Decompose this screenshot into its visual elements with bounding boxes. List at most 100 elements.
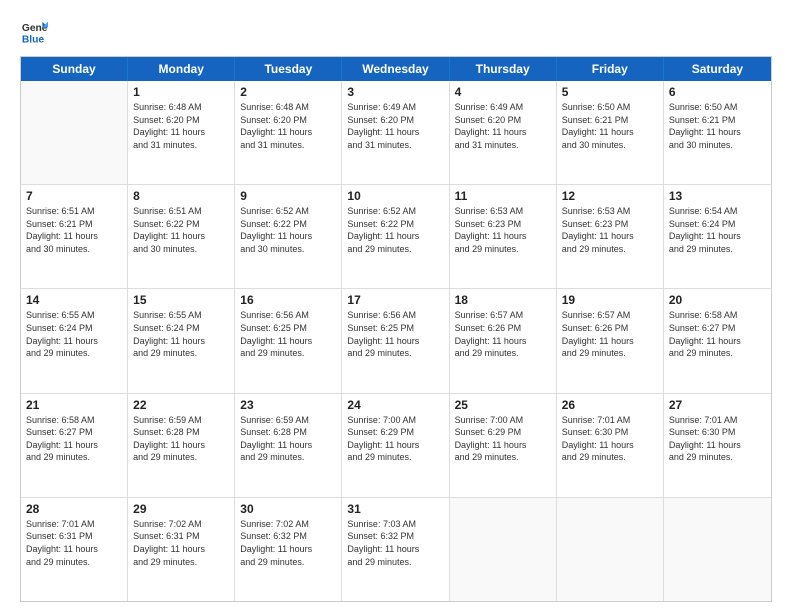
day-number: 3: [347, 85, 443, 99]
calendar-cell-day-28: 28Sunrise: 7:01 AM Sunset: 6:31 PM Dayli…: [21, 498, 128, 601]
cell-info: Sunrise: 7:01 AM Sunset: 6:30 PM Dayligh…: [669, 414, 766, 464]
calendar-cell-day-27: 27 Sunrise: 7:01 AM Sunset: 6:30 PM Dayli…: [664, 394, 771, 497]
calendar-cell-day-10: 10Sunrise: 6:52 AM Sunset: 6:22 PM Dayli…: [342, 185, 449, 288]
calendar-cell-day-20: 20 Sunrise: 6:58 AM Sunset: 6:27 PM Dayli…: [664, 289, 771, 392]
cell-info: Sunrise: 6:53 AM Sunset: 6:23 PM Dayligh…: [455, 205, 551, 255]
cell-info: Sunrise: 7:00 AM Sunset: 6:29 PM Dayligh…: [455, 414, 551, 464]
day-number: 25: [455, 398, 551, 412]
day-number: 29: [133, 502, 229, 516]
day-number: 28: [26, 502, 122, 516]
calendar-cell-empty: [450, 498, 557, 601]
cell-info: Sunrise: 6:55 AM Sunset: 6:24 PM Dayligh…: [133, 309, 229, 359]
cell-info: Sunrise: 6:49 AM Sunset: 6:20 PM Dayligh…: [347, 101, 443, 151]
calendar-cell-day-21: 21 Sunrise: 6:58 AM Sunset: 6:27 PM Dayli…: [21, 394, 128, 497]
day-number: 16: [240, 293, 336, 307]
cell-info: Sunrise: 6:59 AM Sunset: 6:28 PM Dayligh…: [240, 414, 336, 464]
day-number: 19: [562, 293, 658, 307]
cell-info: Sunrise: 6:52 AM Sunset: 6:22 PM Dayligh…: [240, 205, 336, 255]
day-number: 17: [347, 293, 443, 307]
day-number: 4: [455, 85, 551, 99]
day-number: 27: [669, 398, 766, 412]
cell-info: Sunrise: 6:53 AM Sunset: 6:23 PM Dayligh…: [562, 205, 658, 255]
day-number: 9: [240, 189, 336, 203]
calendar-cell-day-23: 23 Sunrise: 6:59 AM Sunset: 6:28 PM Dayli…: [235, 394, 342, 497]
cell-info: Sunrise: 6:57 AM Sunset: 6:26 PM Dayligh…: [455, 309, 551, 359]
calendar-cell-day-31: 31 Sunrise: 7:03 AM Sunset: 6:32 PM Dayli…: [342, 498, 449, 601]
calendar-cell-day-11: 11 Sunrise: 6:53 AM Sunset: 6:23 PM Dayli…: [450, 185, 557, 288]
cell-info: Sunrise: 6:58 AM Sunset: 6:27 PM Dayligh…: [669, 309, 766, 359]
cell-info: Sunrise: 6:55 AM Sunset: 6:24 PM Dayligh…: [26, 309, 122, 359]
cell-info: Sunrise: 6:58 AM Sunset: 6:27 PM Dayligh…: [26, 414, 122, 464]
cell-info: Sunrise: 7:00 AM Sunset: 6:29 PM Dayligh…: [347, 414, 443, 464]
calendar-cell-day-2: 2Sunrise: 6:48 AM Sunset: 6:20 PM Daylig…: [235, 81, 342, 184]
day-number: 23: [240, 398, 336, 412]
calendar-cell-day-22: 22 Sunrise: 6:59 AM Sunset: 6:28 PM Dayli…: [128, 394, 235, 497]
header-day-monday: Monday: [128, 57, 235, 81]
day-number: 12: [562, 189, 658, 203]
day-number: 26: [562, 398, 658, 412]
calendar-row-2: 14 Sunrise: 6:55 AM Sunset: 6:24 PM Dayli…: [21, 289, 771, 393]
cell-info: Sunrise: 6:57 AM Sunset: 6:26 PM Dayligh…: [562, 309, 658, 359]
calendar-cell-day-5: 5Sunrise: 6:50 AM Sunset: 6:21 PM Daylig…: [557, 81, 664, 184]
calendar-cell-empty: [557, 498, 664, 601]
calendar-cell-empty: [21, 81, 128, 184]
calendar-row-3: 21 Sunrise: 6:58 AM Sunset: 6:27 PM Dayli…: [21, 394, 771, 498]
calendar-cell-day-6: 6 Sunrise: 6:50 AM Sunset: 6:21 PM Daylig…: [664, 81, 771, 184]
header-day-wednesday: Wednesday: [342, 57, 449, 81]
header-day-saturday: Saturday: [664, 57, 771, 81]
day-number: 30: [240, 502, 336, 516]
day-number: 11: [455, 189, 551, 203]
calendar-cell-day-26: 26 Sunrise: 7:01 AM Sunset: 6:30 PM Dayli…: [557, 394, 664, 497]
cell-info: Sunrise: 6:59 AM Sunset: 6:28 PM Dayligh…: [133, 414, 229, 464]
calendar-row-4: 28Sunrise: 7:01 AM Sunset: 6:31 PM Dayli…: [21, 498, 771, 601]
calendar-cell-day-15: 15 Sunrise: 6:55 AM Sunset: 6:24 PM Dayli…: [128, 289, 235, 392]
calendar-cell-day-19: 19 Sunrise: 6:57 AM Sunset: 6:26 PM Dayli…: [557, 289, 664, 392]
calendar-body: 1 Sunrise: 6:48 AM Sunset: 6:20 PM Daylig…: [21, 81, 771, 601]
calendar-cell-day-7: 7 Sunrise: 6:51 AM Sunset: 6:21 PM Daylig…: [21, 185, 128, 288]
calendar-cell-day-14: 14 Sunrise: 6:55 AM Sunset: 6:24 PM Dayli…: [21, 289, 128, 392]
day-number: 7: [26, 189, 122, 203]
calendar-cell-day-8: 8 Sunrise: 6:51 AM Sunset: 6:22 PM Daylig…: [128, 185, 235, 288]
cell-info: Sunrise: 6:48 AM Sunset: 6:20 PM Dayligh…: [133, 101, 229, 151]
day-number: 18: [455, 293, 551, 307]
calendar-cell-day-3: 3 Sunrise: 6:49 AM Sunset: 6:20 PM Daylig…: [342, 81, 449, 184]
cell-info: Sunrise: 6:52 AM Sunset: 6:22 PM Dayligh…: [347, 205, 443, 255]
page-header: General Blue: [20, 18, 772, 46]
day-number: 1: [133, 85, 229, 99]
day-number: 14: [26, 293, 122, 307]
calendar-cell-day-13: 13 Sunrise: 6:54 AM Sunset: 6:24 PM Dayli…: [664, 185, 771, 288]
calendar-cell-day-30: 30Sunrise: 7:02 AM Sunset: 6:32 PM Dayli…: [235, 498, 342, 601]
calendar-row-0: 1 Sunrise: 6:48 AM Sunset: 6:20 PM Daylig…: [21, 81, 771, 185]
day-number: 22: [133, 398, 229, 412]
cell-info: Sunrise: 6:48 AM Sunset: 6:20 PM Dayligh…: [240, 101, 336, 151]
calendar-cell-day-24: 24Sunrise: 7:00 AM Sunset: 6:29 PM Dayli…: [342, 394, 449, 497]
cell-info: Sunrise: 7:02 AM Sunset: 6:31 PM Dayligh…: [133, 518, 229, 568]
day-number: 21: [26, 398, 122, 412]
day-number: 13: [669, 189, 766, 203]
day-number: 20: [669, 293, 766, 307]
calendar-cell-day-9: 9 Sunrise: 6:52 AM Sunset: 6:22 PM Daylig…: [235, 185, 342, 288]
cell-info: Sunrise: 7:03 AM Sunset: 6:32 PM Dayligh…: [347, 518, 443, 568]
calendar-cell-day-29: 29 Sunrise: 7:02 AM Sunset: 6:31 PM Dayli…: [128, 498, 235, 601]
logo-icon: General Blue: [20, 18, 48, 46]
day-number: 15: [133, 293, 229, 307]
cell-info: Sunrise: 6:54 AM Sunset: 6:24 PM Dayligh…: [669, 205, 766, 255]
calendar-cell-day-18: 18 Sunrise: 6:57 AM Sunset: 6:26 PM Dayli…: [450, 289, 557, 392]
cell-info: Sunrise: 6:50 AM Sunset: 6:21 PM Dayligh…: [562, 101, 658, 151]
cell-info: Sunrise: 6:51 AM Sunset: 6:22 PM Dayligh…: [133, 205, 229, 255]
day-number: 6: [669, 85, 766, 99]
day-number: 31: [347, 502, 443, 516]
calendar-cell-day-12: 12 Sunrise: 6:53 AM Sunset: 6:23 PM Dayli…: [557, 185, 664, 288]
logo: General Blue: [20, 18, 52, 46]
svg-text:Blue: Blue: [22, 34, 45, 45]
calendar-cell-day-25: 25 Sunrise: 7:00 AM Sunset: 6:29 PM Dayli…: [450, 394, 557, 497]
calendar-cell-day-16: 16Sunrise: 6:56 AM Sunset: 6:25 PM Dayli…: [235, 289, 342, 392]
header-day-tuesday: Tuesday: [235, 57, 342, 81]
calendar-header: SundayMondayTuesdayWednesdayThursdayFrid…: [21, 57, 771, 81]
cell-info: Sunrise: 6:51 AM Sunset: 6:21 PM Dayligh…: [26, 205, 122, 255]
calendar-cell-day-1: 1 Sunrise: 6:48 AM Sunset: 6:20 PM Daylig…: [128, 81, 235, 184]
cell-info: Sunrise: 6:50 AM Sunset: 6:21 PM Dayligh…: [669, 101, 766, 151]
day-number: 8: [133, 189, 229, 203]
calendar: SundayMondayTuesdayWednesdayThursdayFrid…: [20, 56, 772, 602]
cell-info: Sunrise: 7:01 AM Sunset: 6:30 PM Dayligh…: [562, 414, 658, 464]
